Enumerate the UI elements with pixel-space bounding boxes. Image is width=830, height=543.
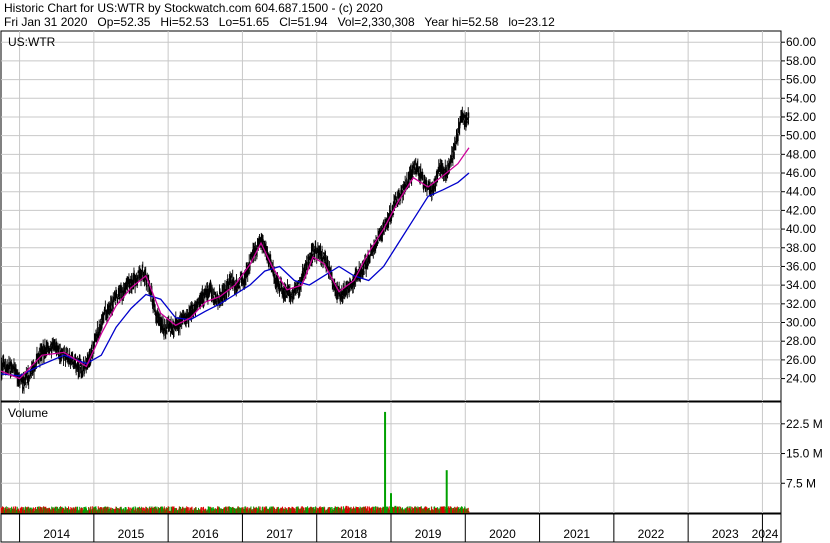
x-tick-label: 2015 — [118, 527, 145, 541]
y-tick-label: 40.00 — [786, 222, 816, 236]
x-tick-label: 2021 — [563, 527, 590, 541]
y-tick-label: 26.00 — [786, 353, 816, 367]
x-tick-label: 2024 — [752, 527, 779, 541]
y-tick-label: 28.00 — [786, 334, 816, 348]
volume-spike — [345, 505, 348, 513]
y-tick-label: 34.00 — [786, 278, 816, 292]
x-axis: 2014 2015 2016 2017 2018 2019 2020 2021 2022 2023… — [19, 514, 779, 542]
volume-spike — [445, 470, 448, 513]
volume-spike — [394, 505, 397, 513]
volume-spike — [390, 493, 392, 513]
y-tick-label: 42.00 — [786, 203, 816, 217]
y-tick-label: 38.00 — [786, 241, 816, 255]
x-tick-label: 2023 — [712, 527, 739, 541]
x-tick-label: 2020 — [489, 527, 516, 541]
x-tick-label: 2016 — [192, 527, 219, 541]
y-tick-label: 44.00 — [786, 185, 816, 199]
y-tick-label: 24.00 — [786, 372, 816, 386]
volume-label: Volume — [8, 406, 48, 420]
y-tick-label: 48.00 — [786, 147, 816, 161]
x-tick-label: 2017 — [266, 527, 293, 541]
volume-spike — [356, 507, 359, 513]
y-tick-label: 15.0 M — [786, 447, 823, 461]
y-tick-label: 22.5 M — [786, 417, 823, 431]
y-tick-label: 30.00 — [786, 316, 816, 330]
y-tick-label: 58.00 — [786, 54, 816, 68]
y-tick-label: 7.5 M — [786, 476, 816, 490]
x-tick-label: 2018 — [341, 527, 368, 541]
symbol-label: US:WTR — [8, 35, 56, 49]
volume-spike — [442, 506, 444, 513]
y-tick-label: 54.00 — [786, 91, 816, 105]
volume-spike — [384, 411, 387, 513]
volume-bars — [0, 411, 470, 513]
volume-y-axis: 22.5 M 15.0 M 7.5 M — [781, 417, 823, 490]
y-tick-label: 52.00 — [786, 110, 816, 124]
y-tick-label: 50.00 — [786, 129, 816, 143]
price-y-axis: 60.00 58.00 56.00 54.00 52.00 50.00 48.00 46.00… — [781, 35, 816, 386]
stock-chart: 60.00 58.00 56.00 54.00 52.00 50.00 48.00 46.00… — [0, 30, 823, 543]
x-tick-label: 2014 — [43, 527, 70, 541]
y-tick-label: 46.00 — [786, 166, 816, 180]
y-tick-label: 32.00 — [786, 297, 816, 311]
y-tick-label: 56.00 — [786, 73, 816, 87]
x-tick-label: 2022 — [638, 527, 665, 541]
y-tick-label: 36.00 — [786, 259, 816, 273]
x-tick-label: 2019 — [415, 527, 442, 541]
y-tick-label: 60.00 — [786, 35, 816, 49]
